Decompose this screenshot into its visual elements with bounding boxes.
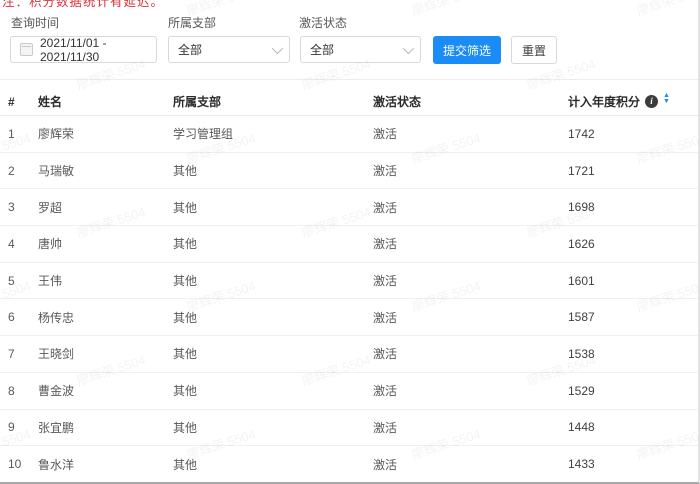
rank-cell: 7 — [8, 347, 38, 361]
reset-button[interactable]: 重置 — [511, 36, 557, 64]
branch-cell: 学习管理组 — [173, 125, 373, 142]
name-cell: 曹金波 — [38, 382, 173, 399]
watermark-text: 廖辉荣 5504 — [634, 0, 698, 20]
rank-cell: 10 — [8, 457, 38, 471]
table-row: 3 罗超 其他 激活 1698 — [0, 189, 700, 226]
rank-cell: 6 — [8, 310, 38, 324]
name-cell: 鲁水洋 — [38, 456, 173, 473]
date-range-input[interactable]: 2021/11/01 - 2021/11/30 — [10, 36, 157, 63]
rank-cell: 4 — [8, 237, 38, 251]
watermark-text: 廖辉荣 5504 — [409, 0, 483, 20]
name-cell: 王晓剑 — [38, 345, 173, 362]
chevron-down-icon — [272, 42, 283, 53]
points-cell: 1721 — [568, 164, 700, 178]
date-range-value: 2021/11/01 - 2021/11/30 — [40, 36, 147, 64]
table-row: 7 王晓剑 其他 激活 1538 — [0, 336, 700, 373]
branch-filter-label: 所属支部 — [168, 14, 216, 31]
points-cell: 1538 — [568, 347, 700, 361]
status-cell: 激活 — [373, 456, 568, 473]
branch-cell: 其他 — [173, 162, 373, 179]
col-header-points: 计入年度积分 i ▲ ▼ — [568, 93, 700, 110]
status-select-value: 全部 — [310, 41, 334, 58]
name-cell: 马瑞敏 — [38, 162, 173, 179]
table-row: 9 张宜鹏 其他 激活 1448 — [0, 410, 700, 447]
table-row: 2 马瑞敏 其他 激活 1721 — [0, 153, 700, 190]
status-cell: 激活 — [373, 272, 568, 289]
status-cell: 激活 — [373, 309, 568, 326]
points-cell: 1601 — [568, 274, 700, 288]
table-body: 1 廖辉荣 学习管理组 激活 1742 2 马瑞敏 其他 激活 1721 3 罗… — [0, 116, 700, 483]
name-cell: 王伟 — [38, 272, 173, 289]
name-cell: 张宜鹏 — [38, 419, 173, 436]
branch-select-value: 全部 — [178, 41, 202, 58]
chevron-down-icon — [403, 42, 414, 53]
rank-cell: 2 — [8, 164, 38, 178]
sort-down-icon[interactable]: ▼ — [663, 102, 670, 108]
table-row: 6 杨传忠 其他 激活 1587 — [0, 299, 700, 336]
table-row: 5 王伟 其他 激活 1601 — [0, 263, 700, 300]
points-cell: 1433 — [568, 457, 700, 471]
branch-cell: 其他 — [173, 456, 373, 473]
table-row: 1 廖辉荣 学习管理组 激活 1742 — [0, 116, 700, 153]
table-row: 4 唐帅 其他 激活 1626 — [0, 226, 700, 263]
col-header-name: 姓名 — [38, 93, 173, 110]
col-header-points-label: 计入年度积分 — [568, 93, 640, 110]
status-cell: 激活 — [373, 125, 568, 142]
name-cell: 唐帅 — [38, 235, 173, 252]
status-cell: 激活 — [373, 382, 568, 399]
status-cell: 激活 — [373, 419, 568, 436]
name-cell: 罗超 — [38, 199, 173, 216]
table-row: 8 曹金波 其他 激活 1529 — [0, 373, 700, 410]
status-filter-label: 激活状态 — [299, 14, 347, 31]
branch-cell: 其他 — [173, 199, 373, 216]
status-cell: 激活 — [373, 235, 568, 252]
points-cell: 1448 — [568, 420, 700, 434]
branch-cell: 其他 — [173, 235, 373, 252]
points-ranking-page: 注：积分数据统计有延迟。 查询时间 所属支部 激活状态 2021/11/01 -… — [0, 0, 700, 484]
col-header-status: 激活状态 — [373, 93, 568, 110]
table-row: 10 鲁水洋 其他 激活 1433 — [0, 446, 700, 483]
points-cell: 1742 — [568, 127, 700, 141]
status-select[interactable]: 全部 — [300, 36, 421, 63]
rank-cell: 5 — [8, 274, 38, 288]
status-cell: 激活 — [373, 199, 568, 216]
rank-cell: 8 — [8, 384, 38, 398]
info-icon[interactable]: i — [645, 95, 658, 108]
rank-cell: 3 — [8, 200, 38, 214]
status-cell: 激活 — [373, 162, 568, 179]
ranking-table: # 姓名 所属支部 激活状态 计入年度积分 i ▲ ▼ 1 廖辉荣 学习管理组 … — [0, 88, 700, 483]
date-filter-label: 查询时间 — [11, 14, 59, 31]
table-header-row: # 姓名 所属支部 激活状态 计入年度积分 i ▲ ▼ — [0, 88, 700, 116]
section-divider — [0, 79, 698, 80]
calendar-icon — [20, 43, 33, 56]
points-cell: 1529 — [568, 384, 700, 398]
points-cell: 1587 — [568, 310, 700, 324]
branch-cell: 其他 — [173, 345, 373, 362]
rank-cell: 1 — [8, 127, 38, 141]
points-cell: 1626 — [568, 237, 700, 251]
submit-filter-button[interactable]: 提交筛选 — [433, 36, 501, 64]
branch-select[interactable]: 全部 — [168, 36, 290, 63]
clipped-red-note: 注：积分数据统计有延迟。 — [2, 0, 164, 10]
name-cell: 杨传忠 — [38, 309, 173, 326]
points-cell: 1698 — [568, 200, 700, 214]
col-header-rank: # — [8, 95, 38, 109]
status-cell: 激活 — [373, 345, 568, 362]
col-header-branch: 所属支部 — [173, 93, 373, 110]
name-cell: 廖辉荣 — [38, 125, 173, 142]
sort-control[interactable]: ▲ ▼ — [663, 96, 670, 108]
rank-cell: 9 — [8, 420, 38, 434]
branch-cell: 其他 — [173, 382, 373, 399]
branch-cell: 其他 — [173, 419, 373, 436]
branch-cell: 其他 — [173, 309, 373, 326]
branch-cell: 其他 — [173, 272, 373, 289]
